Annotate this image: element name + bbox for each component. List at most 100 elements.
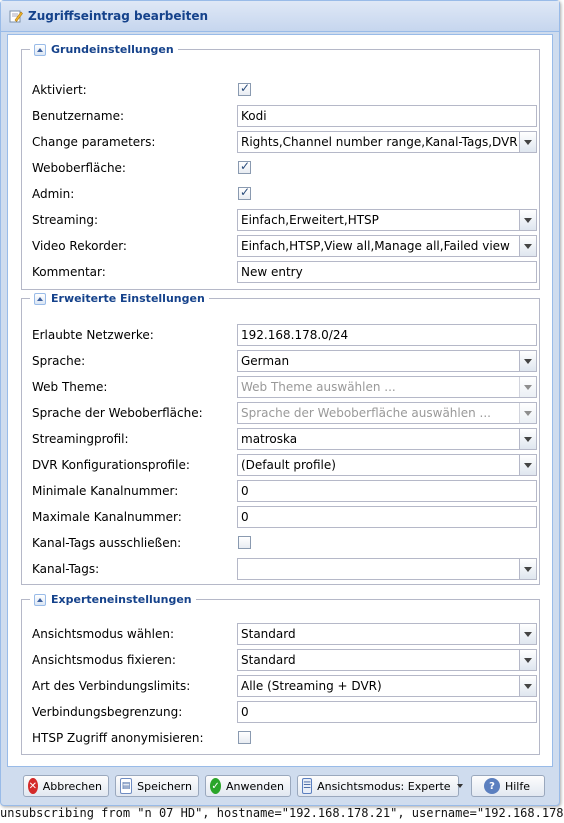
webui-label: Weboberfläche:: [32, 161, 126, 175]
theme-select[interactable]: Web Theme auswählen ...: [237, 376, 537, 398]
theme-dropdown-icon[interactable]: [519, 377, 536, 397]
help-button[interactable]: ? Hilfe: [471, 775, 545, 797]
collapse-expert-icon[interactable]: [34, 593, 46, 606]
minchan-field[interactable]: 0: [237, 480, 537, 502]
apply-icon: ✓: [210, 778, 222, 794]
viewmode-select[interactable]: Standard: [237, 623, 537, 645]
row-maxchan: Maximale Kanalnummer: 0: [32, 506, 537, 528]
apply-button[interactable]: ✓ Anwenden: [205, 775, 291, 797]
profile-select[interactable]: matroska: [237, 428, 537, 450]
row-comment: Kommentar: New entry: [32, 261, 537, 283]
networks-field[interactable]: 192.168.178.0/24: [237, 324, 537, 346]
row-viewmode: Ansichtsmodus wählen: Standard: [32, 623, 537, 645]
change-params-label: Change parameters:: [32, 135, 156, 149]
connlimit-type-value: Alle (Streaming + DVR): [241, 679, 382, 693]
connlimit-label: Verbindungsbegrenzung:: [32, 705, 183, 719]
collapse-advanced-icon[interactable]: [34, 292, 46, 305]
language-dropdown-icon[interactable]: [519, 351, 536, 371]
help-button-label: Hilfe: [504, 779, 531, 793]
theme-placeholder: Web Theme auswählen ...: [241, 380, 396, 394]
viewmode-button[interactable]: ☰ Ansichtsmodus: Experte: [297, 775, 463, 797]
language-value: German: [241, 354, 290, 368]
dvrprofile-label: DVR Konfigurationsprofile:: [32, 458, 190, 472]
viewmode-button-label: Ansichtsmodus: Experte: [317, 779, 451, 793]
webui-checkbox[interactable]: [238, 159, 251, 174]
cancel-icon: ✕: [28, 778, 38, 794]
dialog-title: Zugriffseintrag bearbeiten: [28, 9, 209, 23]
row-admin: Admin:: [32, 183, 532, 205]
save-button-label: Speichern: [137, 779, 192, 793]
dvr-select[interactable]: Einfach,HTSP,View all,Manage all,Failed …: [237, 235, 537, 257]
profile-dropdown-icon[interactable]: [519, 429, 536, 449]
row-theme: Web Theme: Web Theme auswählen ...: [32, 376, 537, 398]
language-label: Sprache:: [32, 354, 86, 368]
uilang-select[interactable]: Sprache der Weboberfläche auswählen ...: [237, 402, 537, 424]
enabled-label: Aktiviert:: [32, 83, 87, 97]
cancel-button-label: Abbrechen: [42, 779, 102, 793]
row-webui: Weboberfläche:: [32, 157, 532, 179]
maxchan-field[interactable]: 0: [237, 506, 537, 528]
connlimit-field[interactable]: 0: [237, 701, 537, 723]
edit-access-dialog: Zugriffseintrag bearbeiten Grundeinstell…: [0, 0, 560, 806]
dvrprofile-value: (Default profile): [241, 458, 336, 472]
dvrprofile-dropdown-icon[interactable]: [519, 455, 536, 475]
collapse-basic-icon[interactable]: [34, 43, 46, 56]
row-connlimit-type: Art des Verbindungslimits: Alle (Streami…: [32, 675, 537, 697]
viewmode-value: Standard: [241, 627, 296, 641]
row-dvrprofile: DVR Konfigurationsprofile: (Default prof…: [32, 454, 537, 476]
save-button[interactable]: ▤ Speichern: [115, 775, 199, 797]
legend-advanced[interactable]: Erweiterte Einstellungen: [30, 292, 209, 305]
streaming-value: Einfach,Erweitert,HTSP: [241, 213, 379, 227]
connlimit-type-dropdown-icon[interactable]: [519, 676, 536, 696]
help-icon: ?: [483, 778, 500, 794]
change-params-dropdown-icon[interactable]: [519, 132, 536, 152]
row-username: Benutzername: Kodi: [32, 105, 537, 127]
enabled-checkbox[interactable]: [238, 81, 251, 96]
profile-label: Streamingprofil:: [32, 432, 129, 446]
tags-select[interactable]: [237, 558, 537, 580]
row-connlimit: Verbindungsbegrenzung: 0: [32, 701, 537, 723]
excludetags-label: Kanal-Tags ausschließen:: [32, 536, 182, 550]
row-minchan: Minimale Kanalnummer: 0: [32, 480, 537, 502]
minchan-label: Minimale Kanalnummer:: [32, 484, 179, 498]
dvr-dropdown-icon[interactable]: [519, 236, 536, 256]
connlimit-type-select[interactable]: Alle (Streaming + DVR): [237, 675, 537, 697]
row-change-params: Change parameters: Rights,Channel number…: [32, 131, 537, 153]
viewfix-select[interactable]: Standard: [237, 649, 537, 671]
legend-basic-label: Grundeinstellungen: [51, 43, 174, 56]
change-params-value: Rights,Channel number range,Kanal-Tags,D…: [241, 135, 537, 149]
legend-basic[interactable]: Grundeinstellungen: [30, 43, 178, 56]
connlimit-type-label: Art des Verbindungslimits:: [32, 679, 191, 693]
legend-expert[interactable]: Experteneinstellungen: [30, 593, 196, 606]
viewmode-dropdown-icon[interactable]: [519, 624, 536, 644]
background-log-text: unsubscribing from "n 07 HD", hostname="…: [0, 806, 564, 820]
htsp-anon-checkbox[interactable]: [238, 731, 251, 744]
dialog-titlebar[interactable]: Zugriffseintrag bearbeiten: [1, 1, 559, 32]
fieldset-basic: Grundeinstellungen Aktiviert: Benutzerna…: [21, 43, 540, 290]
tags-label: Kanal-Tags:: [32, 562, 100, 576]
dvr-label: Video Rekorder:: [32, 239, 127, 253]
uilang-dropdown-icon[interactable]: [519, 403, 536, 423]
username-field[interactable]: Kodi: [237, 105, 537, 127]
row-excludetags: Kanal-Tags ausschließen:: [32, 532, 532, 554]
row-tags: Kanal-Tags:: [32, 558, 537, 580]
htsp-anon-label: HTSP Zugriff anonymisieren:: [32, 731, 204, 745]
streaming-select[interactable]: Einfach,Erweitert,HTSP: [237, 209, 537, 231]
row-viewfix: Ansichtsmodus fixieren: Standard: [32, 649, 537, 671]
language-select[interactable]: German: [237, 350, 537, 372]
cancel-button[interactable]: ✕ Abbrechen: [23, 775, 109, 797]
networks-label: Erlaubte Netzwerke:: [32, 328, 154, 342]
theme-label: Web Theme:: [32, 380, 108, 394]
admin-checkbox[interactable]: [238, 185, 251, 200]
apply-button-label: Anwenden: [226, 779, 284, 793]
tags-dropdown-icon[interactable]: [519, 559, 536, 579]
change-params-select[interactable]: Rights,Channel number range,Kanal-Tags,D…: [237, 131, 537, 153]
row-enabled: Aktiviert:: [32, 79, 532, 101]
fieldset-advanced: Erweiterte Einstellungen Erlaubte Netzwe…: [21, 292, 540, 585]
viewfix-dropdown-icon[interactable]: [519, 650, 536, 670]
excludetags-checkbox[interactable]: [238, 536, 251, 549]
dvrprofile-select[interactable]: (Default profile): [237, 454, 537, 476]
streaming-dropdown-icon[interactable]: [519, 210, 536, 230]
comment-field[interactable]: New entry: [237, 261, 537, 283]
dialog-buttonbar: ✕ Abbrechen ▤ Speichern ✓ Anwenden ☰ Ans…: [7, 771, 553, 801]
